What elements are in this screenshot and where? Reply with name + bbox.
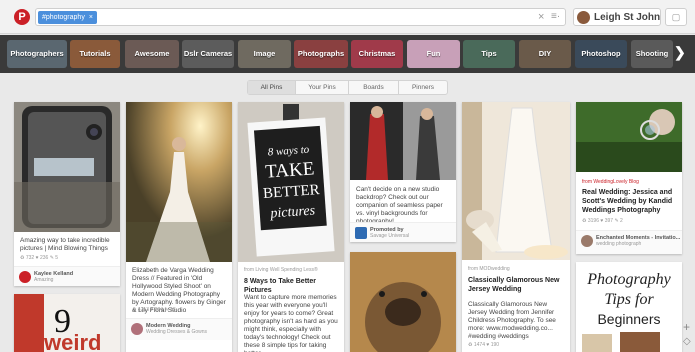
avatar [577, 11, 590, 24]
category-diy[interactable]: DIY [519, 40, 571, 68]
pin-source[interactable]: from MODwedding [468, 266, 510, 272]
pin-attribution[interactable]: Kaylee Kelland Amazing [14, 266, 120, 286]
category-fun[interactable]: Fun [407, 40, 460, 68]
category-photographers[interactable]: Photographers [7, 40, 67, 68]
pin-stats: ♻ 1474 ♥ 190 [468, 342, 500, 348]
board-name: Amazing [34, 277, 54, 283]
pin-filter-tabs: All Pins Your Pins Boards Pinners [247, 80, 448, 95]
pin-image: 8 ways to TAKE BETTER pictures [238, 102, 344, 262]
pin-card[interactable]: from WeddingLovely Blog Real Wedding: Je… [576, 102, 682, 254]
pin-source[interactable]: from Living Well Spending Less® [244, 267, 318, 273]
pin-title: Classically Glamorous New Jersey Wedding [468, 277, 560, 293]
pin-overlay-line4: pictures [269, 203, 316, 221]
category-photoshop[interactable]: Photoshop [575, 40, 627, 68]
pin-description: Can't decide on a new studio backdrop? C… [356, 186, 443, 225]
tab-all-pins[interactable]: All Pins [248, 81, 296, 94]
user-name: Leigh St John [594, 12, 661, 23]
pin-title: Real Wedding: Jessica and Scott's Weddin… [582, 189, 673, 214]
pin-attribution[interactable]: Promoted by Savage Universal [350, 222, 456, 242]
pin-overlay-line2: TAKE [265, 158, 315, 182]
pin-image [576, 102, 682, 172]
tab-your-pins[interactable]: Your Pins [296, 81, 349, 94]
pin-title: 8 Ways to Take Better Pictures [244, 278, 316, 294]
pin-card[interactable]: 8 ways to TAKE BETTER pictures from Livi… [238, 102, 344, 352]
search-tag[interactable]: #photography × [38, 11, 97, 24]
category-dslr-cameras[interactable]: Dslr Cameras [182, 40, 234, 68]
avatar [131, 323, 143, 335]
pin-image: 9 weird [14, 294, 120, 352]
search-tag-label: #photography [42, 14, 85, 21]
pin-image [350, 252, 456, 352]
scroll-top-icon[interactable]: ◇ [683, 336, 695, 349]
pin-attribution[interactable]: Modern Wedding Wedding Dresses & Gowns [126, 318, 232, 340]
tag-remove-icon[interactable]: × [89, 14, 93, 21]
search-clear-icon[interactable]: × [538, 10, 544, 24]
pin-card[interactable] [350, 252, 456, 352]
pin-card[interactable]: Amazing way to take incredible pictures … [14, 102, 120, 286]
add-pin-icon[interactable]: + [683, 320, 695, 334]
pin-card[interactable]: from MODwedding Classically Glamorous Ne… [462, 102, 570, 352]
pin-image [350, 102, 456, 180]
category-strip: Photographers Tutorials Awesome Dslr Cam… [0, 35, 695, 73]
search-input[interactable]: #photography × [35, 8, 566, 26]
pin-image: Photography Tips for Beginners [576, 262, 682, 352]
category-shooting[interactable]: Shooting [631, 40, 673, 68]
pin-overlay-line3: Beginners [597, 311, 660, 327]
pin-stats: ♻ 732 ♥ 236 ✎ 5 [20, 255, 59, 261]
avatar [19, 271, 31, 283]
pin-image [462, 102, 570, 260]
category-tips[interactable]: Tips [463, 40, 515, 68]
pin-stats: ♻ 4213 ♥ 984 ✎ 13 [132, 307, 176, 313]
category-image[interactable]: Image [238, 40, 291, 68]
search-menu-icon[interactable]: ≡· [551, 10, 560, 24]
avatar [581, 235, 593, 247]
promoter-name: Savage Universal [370, 233, 410, 239]
promoter-logo-icon [355, 227, 367, 239]
top-bar: P #photography × × ≡· Leigh St John ▢ [0, 0, 695, 34]
pin-overlay-word: weird [43, 330, 101, 352]
pin-description: Amazing way to take incredible pictures … [20, 237, 110, 252]
category-awesome[interactable]: Awesome [125, 40, 179, 68]
category-christmas[interactable]: Christmas [351, 40, 403, 68]
messages-icon[interactable]: ▢ [665, 8, 687, 26]
pin-source[interactable]: from WeddingLovely Blog [582, 179, 639, 185]
pin-card[interactable]: Elizabeth de Varga Wedding Dress // Feat… [126, 102, 232, 352]
chevron-right-icon[interactable]: ❯ [674, 44, 686, 61]
pin-image [126, 102, 232, 262]
pin-description: Want to capture more memories this year … [244, 294, 338, 352]
tab-boards[interactable]: Boards [349, 81, 399, 94]
category-tutorials[interactable]: Tutorials [70, 40, 120, 68]
pin-description: Classically Glamorous New Jersey Wedding… [468, 301, 556, 340]
pin-attribution[interactable]: Enchanted Moments - Invitatio... wedding… [576, 230, 682, 254]
pin-card[interactable]: 9 weird [14, 294, 120, 352]
pin-card[interactable]: Can't decide on a new studio backdrop? C… [350, 102, 456, 242]
board-name: wedding photograph [596, 241, 642, 247]
pin-card[interactable]: Photography Tips for Beginners [576, 262, 682, 352]
pin-stats: ♻ 3196 ♥ 397 ✎ 2 [582, 218, 623, 224]
pinterest-logo-icon[interactable]: P [14, 9, 30, 25]
pin-overlay-line2: Tips for [604, 291, 654, 308]
user-menu-button[interactable]: Leigh St John [573, 8, 661, 26]
pin-overlay-line1: Photography [586, 271, 671, 288]
tab-pinners[interactable]: Pinners [399, 81, 447, 94]
category-photographs[interactable]: Photographs [294, 40, 348, 68]
board-name: Wedding Dresses & Gowns [146, 329, 208, 335]
pin-image [14, 102, 120, 232]
